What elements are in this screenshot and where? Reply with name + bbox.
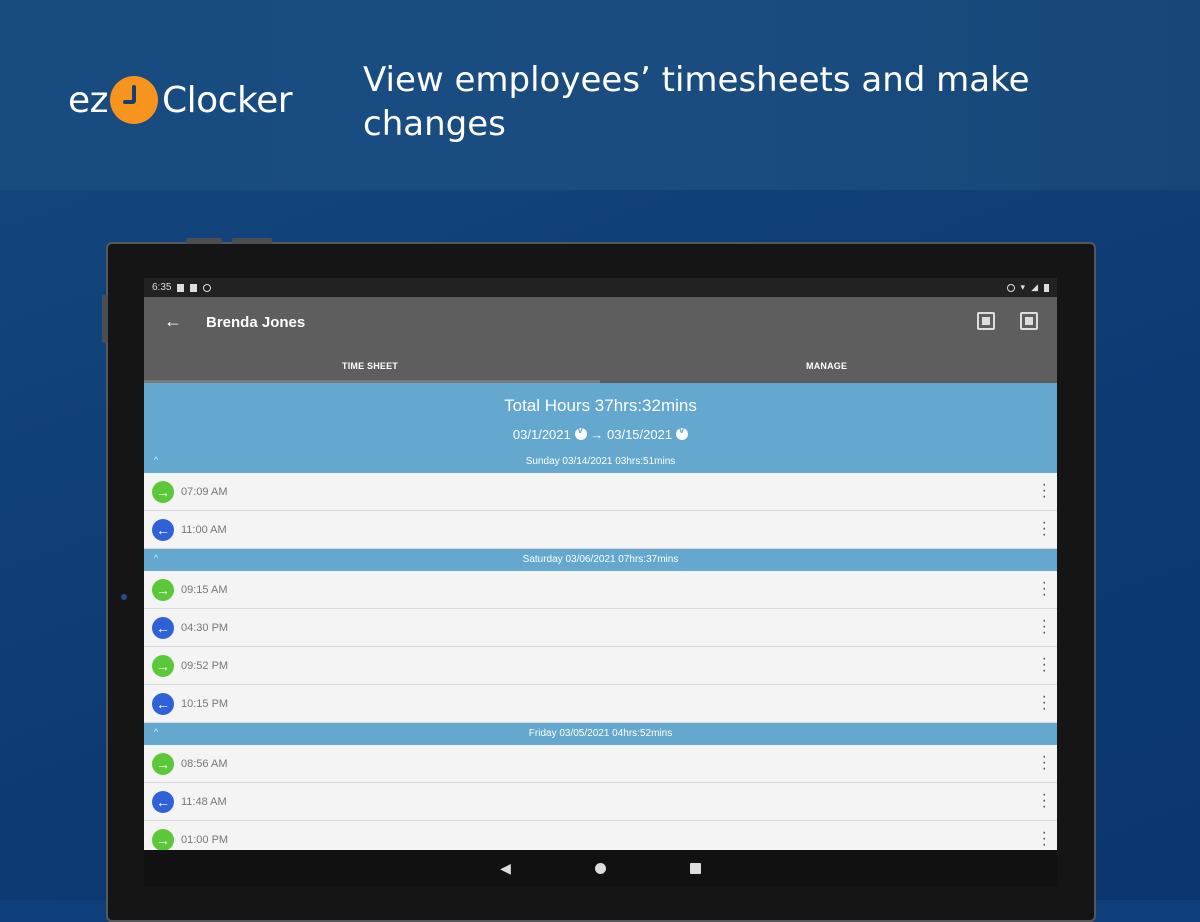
end-date[interactable]: 03/15/2021 [607,427,672,442]
chevron-up-icon[interactable]: ^ [154,547,158,569]
entry-time: 09:15 AM [181,583,228,596]
signal-icon: ◢ [1031,282,1038,292]
time-entry-row[interactable]: ← 10:15 PM · · · [144,685,1057,723]
android-nav-bar: ◀ [144,850,1057,886]
day-header[interactable]: ^ Saturday 03/06/2021 07hrs:37mins [144,549,1057,571]
status-bar: 6:35 ▾ ◢ [144,278,1057,297]
day-header[interactable]: ^ Friday 03/05/2021 04hrs:52mins [144,723,1057,745]
location-icon [1006,283,1015,292]
arrow-left-icon[interactable]: ← [164,311,182,332]
tablet-power-button [232,238,272,244]
time-entry-row[interactable]: → 08:56 AM · · · [144,745,1057,783]
app-bar: ← Brenda Jones TIME SHEET MANAGE [144,297,1057,383]
tab-manage[interactable]: MANAGE [806,361,847,371]
clock-icon [110,76,159,124]
entry-time: 10:15 PM [181,697,229,710]
export-icon[interactable] [977,312,995,330]
camera-icon [121,594,127,600]
more-vert-icon[interactable]: · · · [1042,689,1047,717]
more-vert-icon[interactable]: · · · [1042,515,1047,543]
tab-time-sheet[interactable]: TIME SHEET [342,361,398,371]
more-vert-icon[interactable]: · · · [1042,613,1047,641]
logo-clocker: Clocker [162,79,293,121]
time-entry-row[interactable]: → 07:09 AM · · · [144,473,1057,511]
range-arrow: → [590,427,604,442]
arrow-right-icon: → [152,654,174,677]
time-entry-row[interactable]: ← 11:00 AM · · · [144,511,1057,549]
more-vert-icon[interactable]: · · · [1042,825,1047,853]
tablet-screen: 6:35 ▾ ◢ ← Brenda Jones TIME SHEET MANAG… [144,278,1057,886]
entry-time: 04:30 PM [181,621,229,634]
time-entry-row[interactable]: → 09:52 PM · · · [144,647,1057,685]
arrow-right-icon: → [152,752,174,775]
chevron-up-icon[interactable]: ^ [154,721,158,743]
employee-name: Brenda Jones [206,314,306,331]
day-header-label: Friday 03/05/2021 04hrs:52mins [528,728,673,739]
entry-time: 09:52 PM [181,659,229,672]
share-icon[interactable] [1020,312,1038,330]
battery-icon [1044,283,1049,292]
day-header-label: Sunday 03/14/2021 03hrs:51mins [525,456,676,467]
entry-time: 08:56 AM [181,757,228,770]
time-entry-row[interactable]: ← 04:30 PM · · · [144,609,1057,647]
sd-card-icon [190,283,198,292]
nav-back-icon[interactable]: ◀ [500,860,511,877]
arrow-left-icon: ← [152,692,174,715]
arrow-right-icon: → [152,578,174,601]
logo-ez: ez [68,79,109,121]
entry-time: 11:00 AM [181,523,227,536]
entry-time: 07:09 AM [181,485,228,498]
entry-time: 01:00 PM [181,833,229,846]
date-range: 03/1/2021 → 03/15/2021 [144,425,1057,442]
more-vert-icon[interactable]: · · · [1042,575,1047,603]
wifi-icon: ▾ [1020,282,1026,292]
time-entry-row[interactable]: → 09:15 AM · · · [144,571,1057,609]
tagline: View employees’ timesheets and make chan… [363,60,1030,144]
nav-home-icon[interactable] [594,862,606,874]
arrow-right-icon: → [152,828,174,851]
day-header-label: Saturday 03/06/2021 07hrs:37mins [522,554,679,565]
chevron-up-icon[interactable]: ^ [154,449,158,471]
arrow-left-icon: ← [152,616,174,639]
arrow-left-icon: ← [152,518,174,541]
more-vert-icon[interactable]: · · · [1042,749,1047,777]
chevron-down-icon[interactable] [574,425,587,440]
timesheet-summary: Total Hours 37hrs:32mins 03/1/2021 → 03/… [144,383,1057,451]
day-header[interactable]: ^ Sunday 03/14/2021 03hrs:51mins [144,451,1057,473]
more-vert-icon[interactable]: · · · [1042,651,1047,679]
nav-recents-icon[interactable] [689,862,701,874]
notification-icon [177,283,185,292]
tablet-volume-button [186,238,222,244]
status-time: 6:35 [152,282,172,293]
arrow-left-icon: ← [152,790,174,813]
timesheet-list: ^ Sunday 03/14/2021 03hrs:51mins → 07:09 AM… [144,451,1057,859]
more-vert-icon[interactable]: · · · [1042,787,1047,815]
entry-time: 11:48 AM [181,795,227,808]
chevron-down-icon[interactable] [676,425,689,440]
tablet-side-button [102,295,108,343]
more-vert-icon[interactable]: · · · [1042,477,1047,505]
ezclocker-logo: ez Clocker [68,72,293,128]
total-hours: Total Hours 37hrs:32mins [504,396,697,415]
start-date[interactable]: 03/1/2021 [513,427,571,442]
sync-icon [203,283,212,292]
time-entry-row[interactable]: ← 11:48 AM · · · [144,783,1057,821]
arrow-right-icon: → [152,480,174,503]
